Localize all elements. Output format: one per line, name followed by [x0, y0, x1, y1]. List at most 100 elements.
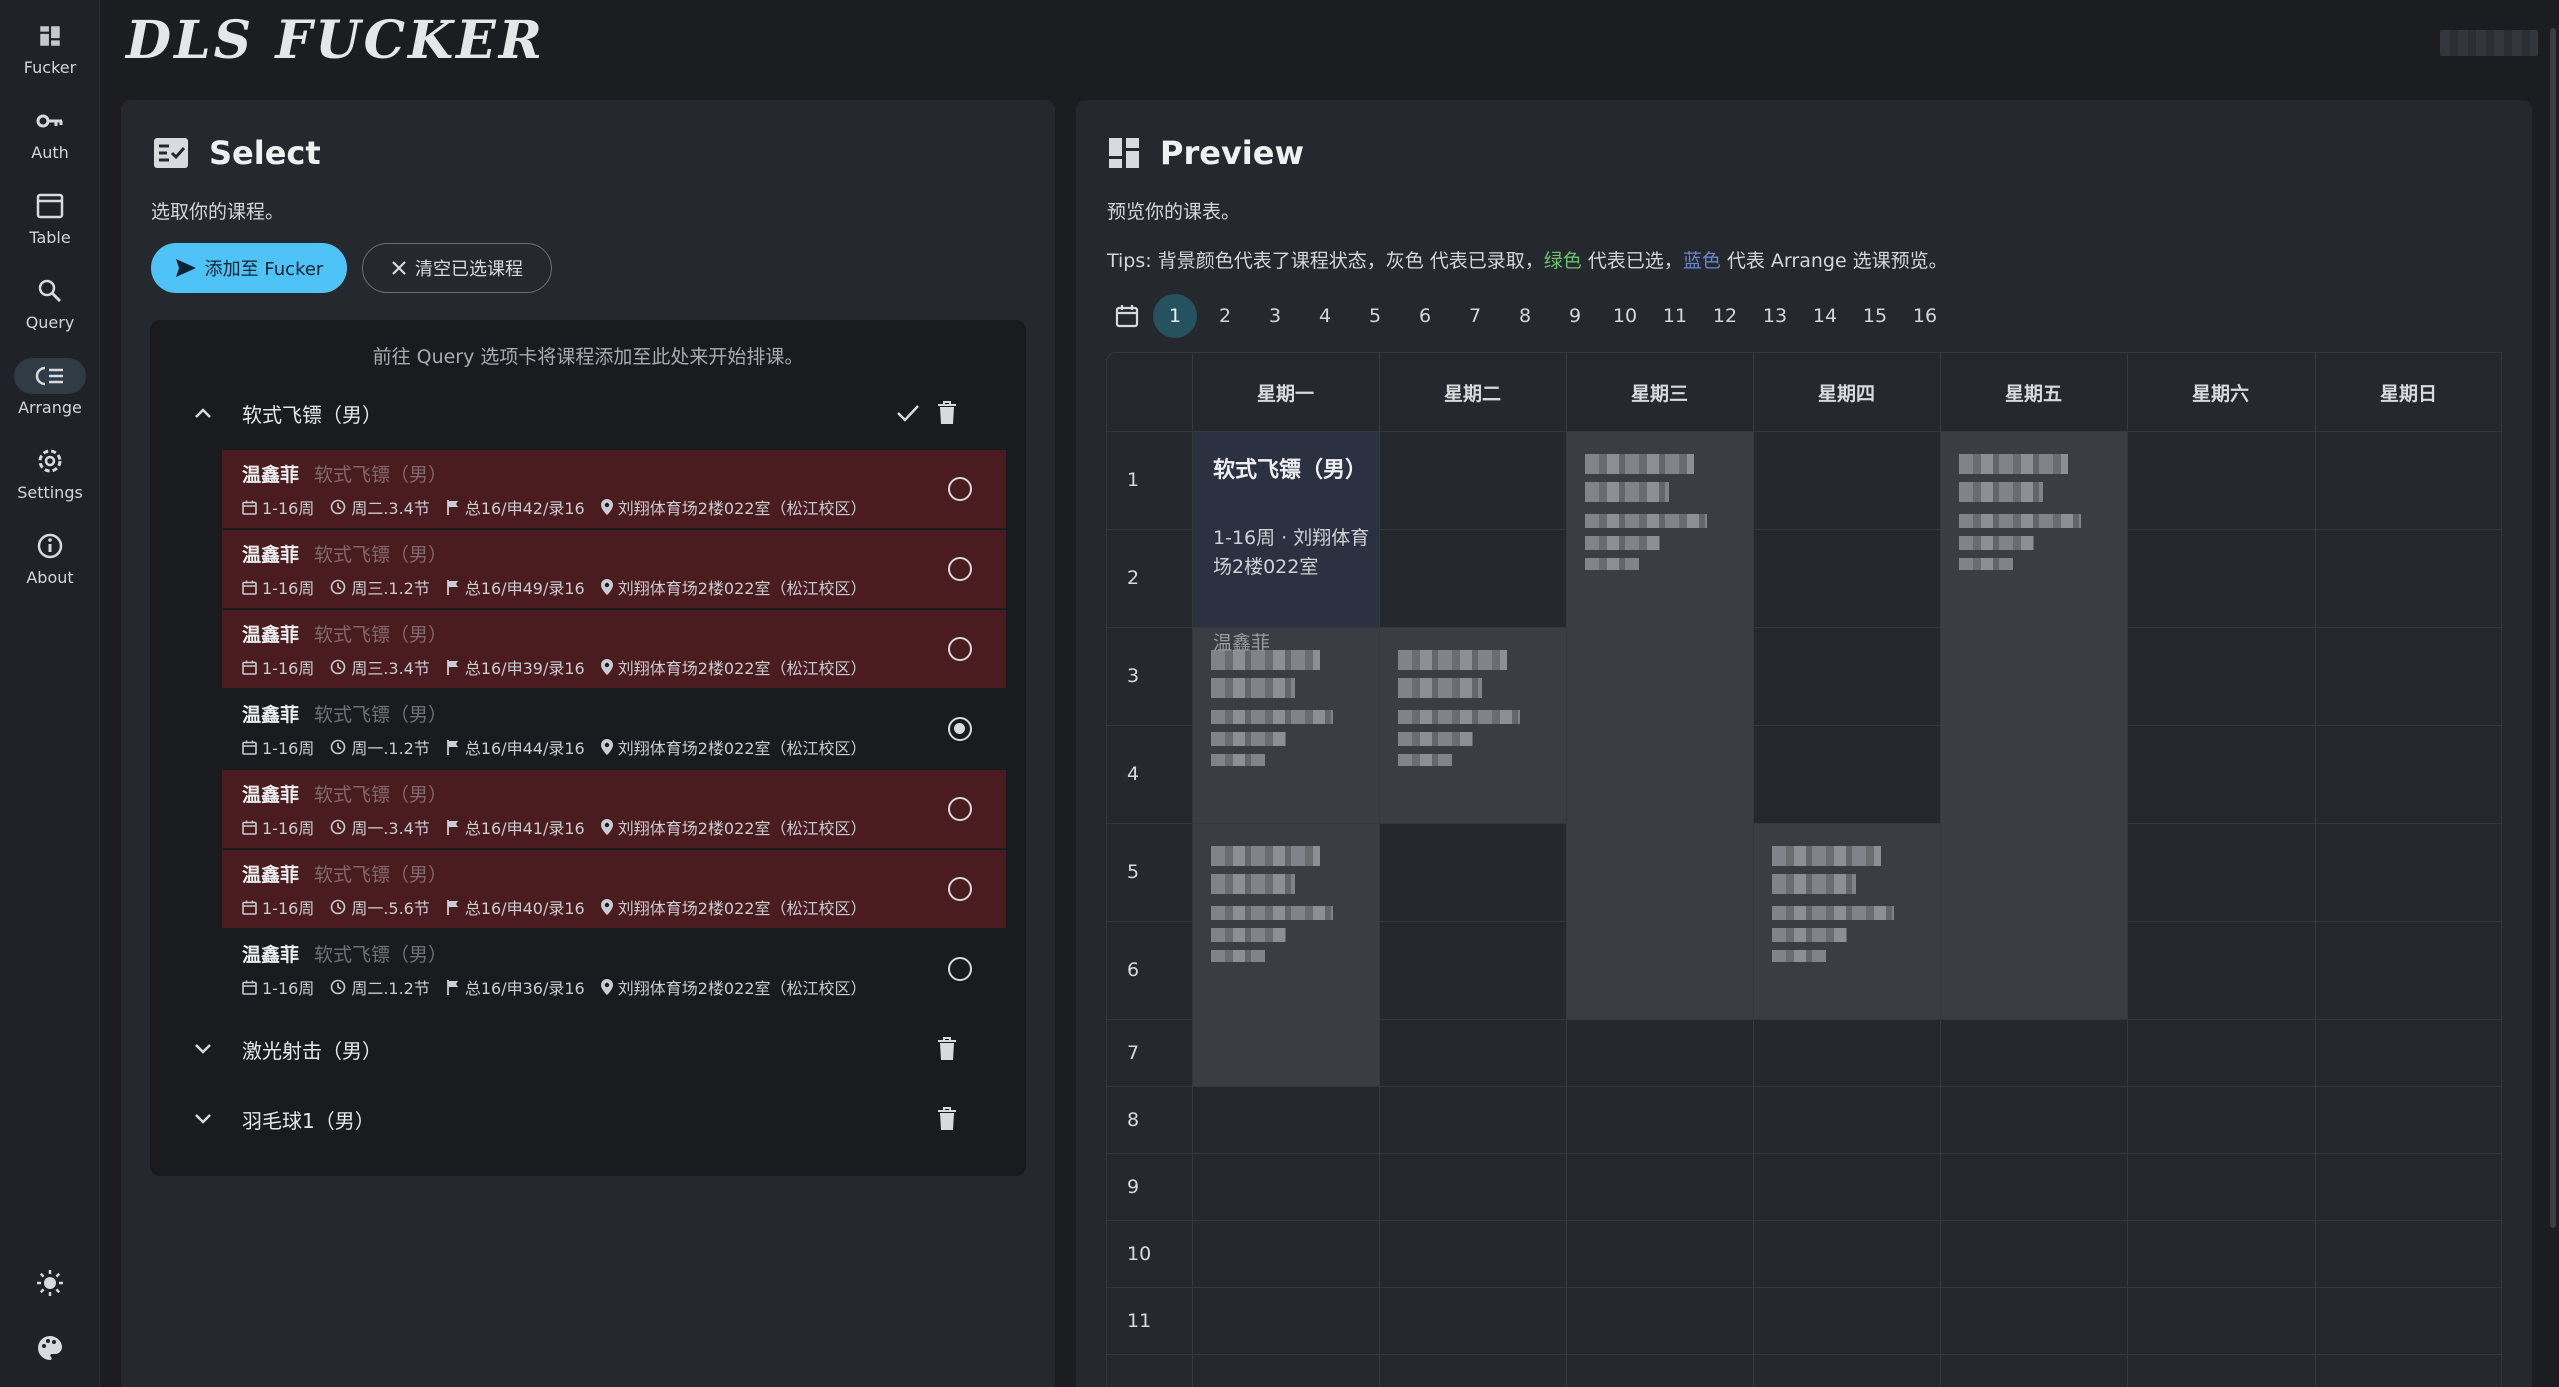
- page-scrollbar[interactable]: [2550, 28, 2556, 1228]
- week-chip[interactable]: 1: [1153, 294, 1197, 338]
- period-number: 6: [1127, 959, 1140, 981]
- course-group-header[interactable]: 激光射击（男）: [150, 1024, 1026, 1074]
- option-radio[interactable]: [948, 797, 972, 821]
- user-avatar-blurred[interactable]: [2440, 30, 2538, 56]
- option-place: 刘翔体育场2楼022室（松江校区）: [617, 739, 867, 758]
- sidebar-item-auth[interactable]: Auth: [0, 103, 100, 183]
- week-chip[interactable]: 4: [1303, 294, 1347, 338]
- option-radio[interactable]: [948, 637, 972, 661]
- option-radio[interactable]: [948, 557, 972, 581]
- option-place: 刘翔体育场2楼022室（松江校区）: [617, 579, 867, 598]
- week-chip[interactable]: 3: [1253, 294, 1297, 338]
- block-course-name: 软式飞镖（男）: [1213, 458, 1368, 483]
- trash-icon[interactable]: [937, 1037, 957, 1061]
- option-teacher: 温鑫菲: [242, 624, 300, 646]
- blurred-course-block[interactable]: [1380, 628, 1566, 823]
- check-icon[interactable]: [896, 403, 920, 423]
- course-group-header[interactable]: 软式飞镖（男）: [150, 388, 1026, 438]
- blurred-text: [1211, 846, 1347, 962]
- sidebar-item-about[interactable]: About: [0, 528, 100, 608]
- blurred-course-block[interactable]: [1193, 628, 1379, 823]
- sidebar-item-settings[interactable]: Settings: [0, 443, 100, 523]
- chevron-up-icon[interactable]: [194, 407, 212, 419]
- theme-toggle-button[interactable]: [0, 1268, 100, 1298]
- trash-icon[interactable]: [937, 1107, 957, 1131]
- course-option[interactable]: 温鑫菲 软式飞镖（男） 1-16周 周三.3.4节 总16/申39/录16 刘翔体育场2楼…: [222, 610, 1006, 688]
- day-header: 星期一: [1256, 382, 1314, 405]
- week-chip[interactable]: 13: [1753, 294, 1797, 338]
- option-meta: 1-16周 周一.3.4节 总16/申41/录16 刘翔体育场2楼022室（松江校区）: [242, 815, 882, 839]
- blurred-text: [1772, 846, 1908, 962]
- sidebar-item-arrange[interactable]: Arrange: [0, 358, 100, 438]
- week-chip[interactable]: 9: [1553, 294, 1597, 338]
- option-radio[interactable]: [948, 717, 972, 741]
- option-teacher: 温鑫菲: [242, 944, 300, 966]
- select-subtitle: 选取你的课程。: [151, 201, 285, 223]
- grid-line: [1107, 1287, 2501, 1288]
- sidebar-item-table[interactable]: Table: [0, 188, 100, 268]
- week-chip[interactable]: 2: [1203, 294, 1247, 338]
- week-chip[interactable]: 16: [1903, 294, 1947, 338]
- sidebar-item-query[interactable]: Query: [0, 273, 100, 353]
- option-meta: 1-16周 周二.3.4节 总16/申42/录16 刘翔体育场2楼022室（松江校区）: [242, 495, 882, 519]
- blurred-text: [1585, 454, 1721, 570]
- option-quota: 总16/申39/录16: [464, 659, 585, 678]
- course-option[interactable]: 温鑫菲 软式飞镖（男） 1-16周 周一.3.4节 总16/申41/录16 刘翔体育场2楼…: [222, 770, 1006, 848]
- flag-icon: [446, 660, 458, 675]
- week-chip[interactable]: 10: [1603, 294, 1647, 338]
- grid-line: [1107, 1153, 2501, 1154]
- calendar-icon: [242, 900, 257, 915]
- preview-panel: Preview 预览你的课表。 Tips: 背景颜色代表了课程状态，灰色 代表已…: [1076, 100, 2532, 1387]
- tips-prefix: Tips: 背景颜色代表了课程状态，灰色 代表已录取，: [1107, 250, 1544, 272]
- grid-line: [1107, 1086, 2501, 1087]
- query-hint: 前往 Query 选项卡将课程添加至此处来开始排课。: [372, 346, 804, 368]
- week-chip[interactable]: 7: [1453, 294, 1497, 338]
- sidebar-item-fucker[interactable]: Fucker: [0, 18, 100, 98]
- week-chip[interactable]: 8: [1503, 294, 1547, 338]
- option-teacher: 温鑫菲: [242, 464, 300, 486]
- blurred-course-block[interactable]: [1941, 432, 2127, 1019]
- chevron-down-icon[interactable]: [194, 1043, 212, 1055]
- blurred-course-block[interactable]: [1193, 824, 1379, 1086]
- preview-course-block[interactable]: 软式飞镖（男） 1-16周 · 刘翔体育场2楼022室 温鑫菲: [1193, 432, 1379, 654]
- course-option[interactable]: 温鑫菲 软式飞镖（男） 1-16周 周二.3.4节 总16/申42/录16 刘翔体育场2楼…: [222, 450, 1006, 528]
- week-chip[interactable]: 12: [1703, 294, 1747, 338]
- week-chip[interactable]: 14: [1803, 294, 1847, 338]
- blurred-course-block[interactable]: [1754, 824, 1940, 1019]
- search-icon: [14, 273, 86, 309]
- calendar-icon: [242, 660, 257, 675]
- course-group-header[interactable]: 羽毛球1（男）: [150, 1094, 1026, 1144]
- clock-icon: [331, 819, 346, 835]
- sidebar-item-label: Auth: [31, 143, 69, 162]
- location-pin-icon: [600, 659, 613, 675]
- option-time: 周三.3.4节: [351, 659, 430, 678]
- option-radio[interactable]: [948, 957, 972, 981]
- week-chip[interactable]: 15: [1853, 294, 1897, 338]
- course-list: 前往 Query 选项卡将课程添加至此处来开始排课。 软式飞镖（男） 温鑫菲 软式…: [150, 320, 1026, 1176]
- option-radio[interactable]: [948, 477, 972, 501]
- option-radio[interactable]: [948, 877, 972, 901]
- course-option[interactable]: 温鑫菲 软式飞镖（男） 1-16周 周一.1.2节 总16/申44/录16 刘翔体育场2楼…: [222, 690, 1006, 768]
- option-meta: 1-16周 周二.1.2节 总16/申36/录16 刘翔体育场2楼022室（松江校区）: [242, 975, 882, 999]
- option-teacher: 温鑫菲: [242, 864, 300, 886]
- option-time: 周二.3.4节: [351, 499, 430, 518]
- select-title-row: Select: [153, 134, 321, 172]
- chevron-down-icon[interactable]: [194, 1113, 212, 1125]
- course-option[interactable]: 温鑫菲 软式飞镖（男） 1-16周 周二.1.2节 总16/申36/录16 刘翔体育场2楼…: [222, 930, 1006, 1008]
- trash-icon[interactable]: [937, 401, 957, 425]
- sidebar-item-label: Fucker: [23, 58, 77, 77]
- grid-line: [1379, 353, 1380, 1387]
- add-to-fucker-button[interactable]: 添加至 Fucker: [151, 243, 347, 293]
- option-weeks: 1-16周: [262, 739, 315, 758]
- blurred-course-block[interactable]: [1567, 432, 1753, 1019]
- tips-mid: 代表已选，: [1581, 250, 1683, 272]
- clear-selected-button[interactable]: 清空已选课程: [362, 243, 552, 293]
- week-chip[interactable]: 6: [1403, 294, 1447, 338]
- day-header: 星期四: [1817, 382, 1875, 405]
- week-chip[interactable]: 5: [1353, 294, 1397, 338]
- option-place: 刘翔体育场2楼022室（松江校区）: [617, 899, 867, 918]
- course-option[interactable]: 温鑫菲 软式飞镖（男） 1-16周 周三.1.2节 总16/申49/录16 刘翔体育场2楼…: [222, 530, 1006, 608]
- week-chip[interactable]: 11: [1653, 294, 1697, 338]
- course-option[interactable]: 温鑫菲 软式飞镖（男） 1-16周 周一.5.6节 总16/申40/录16 刘翔体育场2楼…: [222, 850, 1006, 928]
- palette-button[interactable]: [0, 1334, 100, 1362]
